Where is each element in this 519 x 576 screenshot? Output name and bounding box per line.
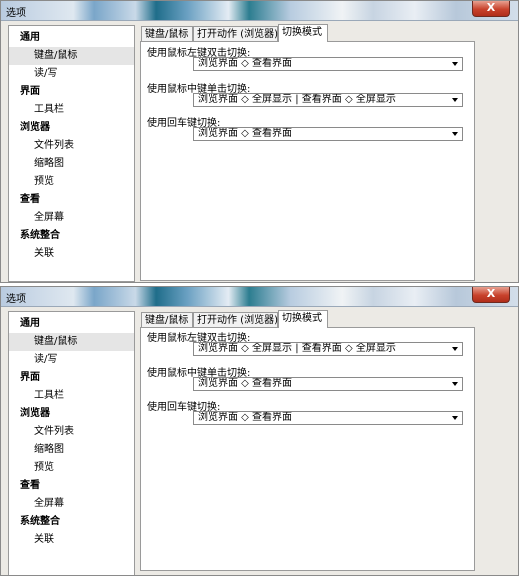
- sidebar-item-preview[interactable]: 预览: [9, 173, 134, 191]
- sidebar-item-file-list[interactable]: 文件列表: [9, 423, 134, 441]
- sidebar-category-browser[interactable]: 浏览器: [9, 119, 134, 137]
- dropdown-value: 浏览界面 ◇ 查看界面: [198, 412, 293, 423]
- category-sidebar: 通用 键盘/鼠标 读/写 界面 工具栏 浏览器 文件列表 缩略图 预览 查看 全…: [8, 311, 135, 575]
- chevron-down-icon: [452, 98, 458, 102]
- sidebar-item-read-write[interactable]: 读/写: [9, 351, 134, 369]
- title-bar: 选项 X: [1, 1, 518, 21]
- tab-keyboard-mouse[interactable]: 键盘/鼠标: [141, 312, 193, 327]
- tab-keyboard-mouse[interactable]: 键盘/鼠标: [141, 26, 193, 41]
- dropdown-value: 浏览界面 ◇ 全屏显示 | 查看界面 ◇ 全屏显示: [198, 343, 396, 354]
- dropdown-value: 浏览界面 ◇ 查看界面: [198, 58, 293, 69]
- sidebar-category-view[interactable]: 查看: [9, 191, 134, 209]
- window-title: 选项: [6, 294, 26, 305]
- sidebar-item-thumbnails[interactable]: 缩略图: [9, 155, 134, 173]
- tab-open-action[interactable]: 打开动作 (浏览器): [193, 312, 278, 327]
- sidebar-item-toolbar[interactable]: 工具栏: [9, 387, 134, 405]
- sidebar-item-file-list[interactable]: 文件列表: [9, 137, 134, 155]
- sidebar-item-keyboard-mouse[interactable]: 键盘/鼠标: [9, 47, 134, 65]
- sidebar-category-system-integration[interactable]: 系统整合: [9, 513, 134, 531]
- close-button[interactable]: X: [472, 287, 510, 303]
- close-icon: X: [486, 287, 496, 300]
- sidebar-category-view[interactable]: 查看: [9, 477, 134, 495]
- options-window-1: 选项 X 通用 键盘/鼠标 读/写 界面 工具栏 浏览器 文件列表 缩略图 预览…: [0, 0, 519, 283]
- sidebar-item-thumbnails[interactable]: 缩略图: [9, 441, 134, 459]
- close-icon: X: [486, 1, 496, 14]
- sidebar-item-associations[interactable]: 关联: [9, 531, 134, 549]
- sidebar-item-preview[interactable]: 预览: [9, 459, 134, 477]
- left-double-click-dropdown[interactable]: 浏览界面 ◇ 查看界面: [193, 57, 463, 71]
- tab-switch-mode[interactable]: 切换模式: [278, 24, 328, 42]
- sidebar-category-interface[interactable]: 界面: [9, 83, 134, 101]
- middle-click-dropdown[interactable]: 浏览界面 ◇ 全屏显示 | 查看界面 ◇ 全屏显示: [193, 93, 463, 107]
- close-button[interactable]: X: [472, 1, 510, 17]
- tab-content-panel: [140, 41, 475, 281]
- tab-open-action[interactable]: 打开动作 (浏览器): [193, 26, 278, 41]
- category-sidebar: 通用 键盘/鼠标 读/写 界面 工具栏 浏览器 文件列表 缩略图 预览 查看 全…: [8, 25, 135, 282]
- sidebar-item-read-write[interactable]: 读/写: [9, 65, 134, 83]
- sidebar-item-toolbar[interactable]: 工具栏: [9, 101, 134, 119]
- sidebar-category-browser[interactable]: 浏览器: [9, 405, 134, 423]
- window-title: 选项: [6, 8, 26, 19]
- sidebar-item-fullscreen[interactable]: 全屏幕: [9, 209, 134, 227]
- title-bar: 选项 X: [1, 287, 518, 307]
- dropdown-value: 浏览界面 ◇ 查看界面: [198, 128, 293, 139]
- dropdown-value: 浏览界面 ◇ 全屏显示 | 查看界面 ◇ 全屏显示: [198, 94, 396, 105]
- chevron-down-icon: [452, 382, 458, 386]
- sidebar-category-interface[interactable]: 界面: [9, 369, 134, 387]
- left-double-click-dropdown[interactable]: 浏览界面 ◇ 全屏显示 | 查看界面 ◇ 全屏显示: [193, 342, 463, 356]
- enter-key-dropdown[interactable]: 浏览界面 ◇ 查看界面: [193, 127, 463, 141]
- sidebar-item-fullscreen[interactable]: 全屏幕: [9, 495, 134, 513]
- dropdown-value: 浏览界面 ◇ 查看界面: [198, 378, 293, 389]
- sidebar-item-associations[interactable]: 关联: [9, 245, 134, 263]
- chevron-down-icon: [452, 62, 458, 66]
- enter-key-dropdown[interactable]: 浏览界面 ◇ 查看界面: [193, 411, 463, 425]
- sidebar-category-general[interactable]: 通用: [9, 315, 134, 333]
- sidebar-category-system-integration[interactable]: 系统整合: [9, 227, 134, 245]
- options-window-2: 选项 X 通用 键盘/鼠标 读/写 界面 工具栏 浏览器 文件列表 缩略图 预览…: [0, 286, 519, 576]
- chevron-down-icon: [452, 416, 458, 420]
- sidebar-item-keyboard-mouse[interactable]: 键盘/鼠标: [9, 333, 134, 351]
- tab-switch-mode[interactable]: 切换模式: [278, 310, 328, 328]
- middle-click-dropdown[interactable]: 浏览界面 ◇ 查看界面: [193, 377, 463, 391]
- chevron-down-icon: [452, 347, 458, 351]
- chevron-down-icon: [452, 132, 458, 136]
- sidebar-category-general[interactable]: 通用: [9, 29, 134, 47]
